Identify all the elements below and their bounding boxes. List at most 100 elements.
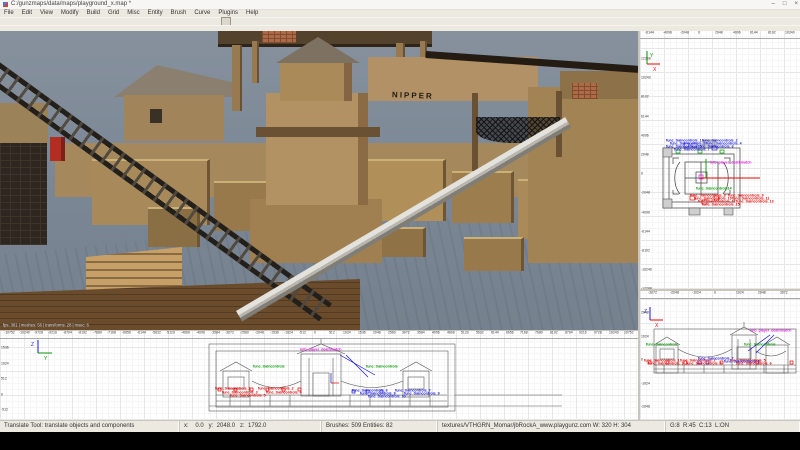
rotate-x-icon[interactable]: ↻ xyxy=(52,18,60,33)
console-icon[interactable]: ▮ xyxy=(262,18,270,33)
texture-lock-icon[interactable]: ▩ xyxy=(182,18,190,33)
rotate-y-icon[interactable]: ↻ xyxy=(72,18,80,33)
rotate-z-icon[interactable]: ↻ xyxy=(92,18,100,33)
vertex-mode-icon[interactable]: ∷ xyxy=(232,18,240,33)
right-wall xyxy=(528,87,638,263)
entity-label: func_traincontrols xyxy=(744,343,776,347)
tower-ledge xyxy=(256,127,380,137)
rotate-free-icon[interactable]: ↺ xyxy=(192,18,200,33)
entity-label: func_traincontrols xyxy=(366,365,398,369)
entity-label: func_traincontrols_4 xyxy=(266,391,302,395)
menu-view[interactable]: View xyxy=(36,10,57,17)
entity-props-icon[interactable]: ▊ xyxy=(112,18,120,33)
clip-split-icon[interactable]: ◲ xyxy=(162,18,170,33)
menu-entity[interactable]: Entity xyxy=(144,10,167,17)
toolbar-row-1: ▤▥◀▶✛↻✛↻✛↻⚑▊▣▦▢◳◲◱▩↺⤡◻qe∷✎▣▮▦▤❂ xyxy=(0,17,800,33)
menu-grid[interactable]: Grid xyxy=(104,10,123,17)
light-tool-icon[interactable]: ❂ xyxy=(292,18,300,33)
translate-x-icon[interactable]: ✛ xyxy=(42,18,50,33)
title-bar[interactable]: C:/gunzmaps/data/maps/playground_x.map *… xyxy=(0,0,800,10)
app-icon xyxy=(3,2,8,7)
entity-label: func_traincontrols_5 xyxy=(230,394,266,398)
status-grid-settings: G:8 R:45 C:13 L:ON xyxy=(666,421,800,432)
render-stats-overlay: fps: 381 | meshes: 56 | transforms: 28 |… xyxy=(3,323,89,328)
brick-block-top xyxy=(262,31,296,43)
csg-hollow-icon[interactable]: ▢ xyxy=(142,18,150,33)
entity-browser-icon[interactable]: ▤ xyxy=(282,18,290,33)
minimize-button[interactable]: – xyxy=(772,0,775,9)
menu-build[interactable]: Build xyxy=(83,10,104,17)
window-title: C:/gunzmaps/data/maps/playground_x.map * xyxy=(11,1,132,7)
tower-top-box xyxy=(280,61,352,101)
window-controls: – □ × xyxy=(772,0,798,9)
menu-misc[interactable]: Misc xyxy=(123,10,143,17)
entity-labels: func_traincontrols func_traincontrols info… xyxy=(640,291,800,420)
menu-bar: File Edit View Modify Build Grid Misc Entity Bru… xyxy=(0,10,800,17)
entity-label: info_player_deathmatch xyxy=(710,161,752,165)
viewport-front-2d[interactable]: Z Y -10752 -10240 -9728 -9216 -8704 -8192 -768… xyxy=(0,331,638,420)
select-complete-icon[interactable]: ◻ xyxy=(212,18,220,33)
translate-y-icon[interactable]: ✛ xyxy=(62,18,70,33)
status-counts: Brushes: 509 Entities: 82 xyxy=(322,421,438,432)
maximize-button[interactable]: □ xyxy=(783,0,787,9)
open-file-icon[interactable]: ▤ xyxy=(2,18,10,33)
entity-tool-icon[interactable]: ⚑ xyxy=(102,18,110,33)
menu-file[interactable]: File xyxy=(0,10,18,17)
camera-tool-icon[interactable]: ▣ xyxy=(252,18,260,33)
clip-select-icon[interactable]: ◳ xyxy=(152,18,160,33)
viewport-top-2d[interactable]: Y X -6144 -4096 -2048 0 2048 4096 6144 8192 1024… xyxy=(640,31,800,289)
entity-label: func_traincontrols_15 xyxy=(702,203,740,207)
csg-merge-icon[interactable]: ▦ xyxy=(132,18,140,33)
paint-tool-icon[interactable]: ✎ xyxy=(242,18,250,33)
menu-modify[interactable]: Modify xyxy=(57,10,83,17)
status-tool: Translate Tool: translate objects and co… xyxy=(0,421,180,432)
menu-help[interactable]: Help xyxy=(242,10,262,17)
menu-brush[interactable]: Brush xyxy=(167,10,191,17)
editor-window: C:/gunzmaps/data/maps/playground_x.map *… xyxy=(0,0,800,450)
entity-label: func_traincontrols_8 xyxy=(724,360,760,364)
entity-label: func_traincontrols_13 xyxy=(736,200,774,204)
entity-label: func_traincontrols_3 xyxy=(648,362,684,366)
tower-body xyxy=(266,93,368,205)
close-button[interactable]: × xyxy=(794,0,798,9)
window-opening xyxy=(150,109,162,123)
status-bar: Translate Tool: translate objects and co… xyxy=(0,420,800,432)
letterbox-bar xyxy=(0,432,800,450)
nav-back-icon[interactable]: ◀ xyxy=(22,18,30,33)
canopy-post xyxy=(232,45,242,111)
wood-crate-6 xyxy=(464,237,524,271)
nipper-sign: NIPPER xyxy=(391,90,434,101)
status-texture: textures/VTHGRN_Momar/jbRockA_www.playgu… xyxy=(438,421,666,432)
canopy-post xyxy=(252,41,259,83)
left-house-roof xyxy=(114,65,234,97)
viewport-3d[interactable]: NIPPER fps: 381 | meshes: 56 | transform… xyxy=(0,31,638,331)
entity-label: info_player_deathmatch xyxy=(300,348,342,352)
menu-edit[interactable]: Edit xyxy=(18,10,36,17)
left-house-wall xyxy=(124,95,224,141)
nav-forward-icon[interactable]: ▶ xyxy=(32,18,40,33)
red-box xyxy=(50,137,65,161)
texture-browser-icon[interactable]: ▦ xyxy=(272,18,280,33)
quick-edit-icon[interactable]: qe xyxy=(221,17,231,33)
left-brick-wall xyxy=(0,143,47,245)
scale-free-icon[interactable]: ⤡ xyxy=(202,18,210,33)
entity-label: func_traincontrols14 xyxy=(696,187,732,191)
entity-labels: func_traincontrols_1 func_traincontrols_2… xyxy=(640,31,800,289)
tower-base xyxy=(250,199,382,263)
clip-flip-icon[interactable]: ◱ xyxy=(172,18,180,33)
entity-label: func_traincontrols xyxy=(646,343,678,347)
entity-label: func_traincontrols_10 xyxy=(368,395,406,399)
brick-panel-right xyxy=(572,83,598,99)
csg-subtract-icon[interactable]: ▣ xyxy=(122,18,130,33)
viewport-side-2d[interactable]: Z X -3072 -2048 -1024 0 1024 2048 3072 2048 102… xyxy=(640,291,800,420)
translate-z-icon[interactable]: ✛ xyxy=(82,18,90,33)
entity-label: func_traincontrols xyxy=(253,365,285,369)
status-coords: x: 0.0 y: 2048.0 z: 1792.0 xyxy=(180,421,322,432)
entity-label: func_traincontrols_9 xyxy=(404,392,440,396)
save-file-icon[interactable]: ▥ xyxy=(12,18,20,33)
entity-labels: func_traincontrols func_traincontrols info… xyxy=(0,331,638,420)
menu-plugins[interactable]: Plugins xyxy=(214,10,242,17)
entity-label: func_traincontrols_7 xyxy=(674,148,710,152)
entity-label: func_traincontrols_4 xyxy=(686,362,722,366)
menu-curve[interactable]: Curve xyxy=(190,10,214,17)
